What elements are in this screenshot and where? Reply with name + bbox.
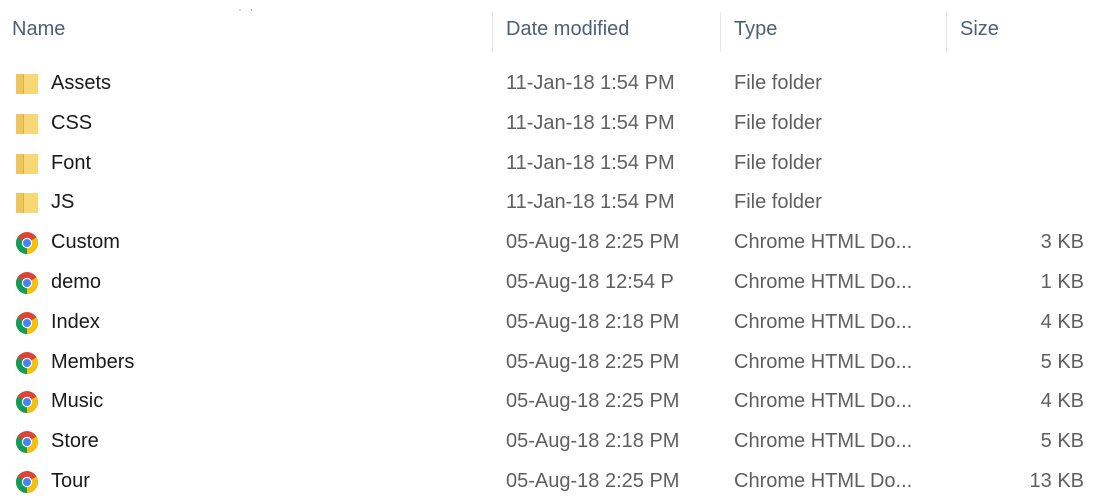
folder-icon: [15, 191, 39, 215]
file-date-modified: 11-Jan-18 1:54 PM: [506, 111, 675, 134]
file-name: Assets: [51, 72, 112, 94]
file-row[interactable]: Font 11-Jan-18 1:54 PM File folder: [0, 144, 1096, 184]
file-size: 5 KB: [1040, 350, 1084, 373]
file-row[interactable]: Assets 11-Jan-18 1:54 PM File folder: [0, 64, 1096, 104]
file-size: 3 KB: [1040, 231, 1084, 254]
file-type: Chrome HTML Do...: [734, 430, 913, 453]
file-name: Font: [51, 151, 92, 174]
chrome-icon: [15, 271, 39, 295]
column-divider[interactable]: [946, 12, 947, 52]
folder-icon: [15, 112, 39, 136]
file-row[interactable]: Members 05-Aug-18 2:25 PM Chrome HTML Do..…: [0, 343, 1096, 383]
file-name: demo: [51, 270, 102, 293]
chrome-icon: [15, 470, 39, 494]
file-date-modified: 05-Aug-18 12:54 P: [506, 270, 674, 293]
file-name: Music: [51, 390, 104, 413]
file-name: JS: [51, 191, 75, 214]
column-header-size[interactable]: Size: [960, 16, 999, 42]
file-size: 1 KB: [1040, 270, 1084, 293]
file-name: CSS: [51, 111, 93, 134]
chrome-icon: [15, 231, 39, 255]
column-divider[interactable]: [492, 12, 493, 52]
chrome-icon: [15, 311, 39, 335]
file-type: Chrome HTML Do...: [734, 270, 913, 293]
column-header-type[interactable]: Type: [734, 16, 777, 42]
file-date-modified: 11-Jan-18 1:54 PM: [506, 151, 675, 174]
file-type: File folder: [734, 111, 822, 134]
column-header-name[interactable]: Name: [12, 16, 65, 42]
file-row[interactable]: CSS 11-Jan-18 1:54 PM File folder: [0, 104, 1096, 144]
chrome-icon: [15, 390, 39, 414]
file-name: Index: [51, 310, 100, 333]
file-date-modified: 11-Jan-18 1:54 PM: [506, 72, 675, 94]
file-type: File folder: [734, 72, 822, 94]
file-type: Chrome HTML Do...: [734, 310, 913, 333]
file-name: Store: [51, 430, 99, 453]
file-date-modified: 05-Aug-18 2:18 PM: [506, 310, 680, 333]
file-row[interactable]: JS 11-Jan-18 1:54 PM File folder: [0, 183, 1096, 223]
file-size: [960, 104, 1084, 144]
folder-icon: [15, 72, 39, 96]
file-row[interactable]: Index 05-Aug-18 2:18 PM Chrome HTML Do... 4…: [0, 303, 1096, 343]
file-date-modified: 05-Aug-18 2:25 PM: [506, 390, 680, 413]
column-header-bar: · · Name Date modified Type Size: [0, 0, 1096, 58]
file-size: [960, 144, 1084, 184]
file-type: File folder: [734, 151, 822, 174]
file-size: [960, 183, 1084, 223]
file-type: File folder: [734, 191, 822, 214]
folder-icon: [15, 152, 39, 176]
file-type: Chrome HTML Do...: [734, 350, 913, 373]
chrome-icon: [15, 430, 39, 454]
file-name: Custom: [51, 231, 120, 254]
file-type: Chrome HTML Do...: [734, 231, 913, 254]
file-row[interactable]: Music 05-Aug-18 2:25 PM Chrome HTML Do... 4…: [0, 382, 1096, 422]
file-size: 4 KB: [1040, 390, 1084, 413]
drag-grip-icon: · ·: [238, 2, 256, 16]
file-row[interactable]: Store 05-Aug-18 2:18 PM Chrome HTML Do... 5…: [0, 422, 1096, 462]
file-row[interactable]: Custom 05-Aug-18 2:25 PM Chrome HTML Do...…: [0, 223, 1096, 263]
file-name: Members: [51, 350, 135, 373]
file-size: 4 KB: [1040, 310, 1084, 333]
file-date-modified: 05-Aug-18 2:18 PM: [506, 430, 680, 453]
file-type: Chrome HTML Do...: [734, 390, 913, 413]
chrome-icon: [15, 351, 39, 375]
file-row[interactable]: demo 05-Aug-18 12:54 P Chrome HTML Do... 1 …: [0, 263, 1096, 303]
column-divider[interactable]: [720, 12, 721, 52]
file-size: [960, 64, 1084, 104]
column-header-date-modified[interactable]: Date modified: [506, 16, 629, 42]
file-size: 5 KB: [1040, 430, 1084, 453]
file-date-modified: 11-Jan-18 1:54 PM: [506, 191, 675, 214]
file-date-modified: 05-Aug-18 2:25 PM: [506, 350, 680, 373]
file-list: Assets 11-Jan-18 1:54 PM File folder CSS 11-…: [0, 64, 1096, 502]
file-date-modified: 05-Aug-18 2:25 PM: [506, 231, 680, 254]
